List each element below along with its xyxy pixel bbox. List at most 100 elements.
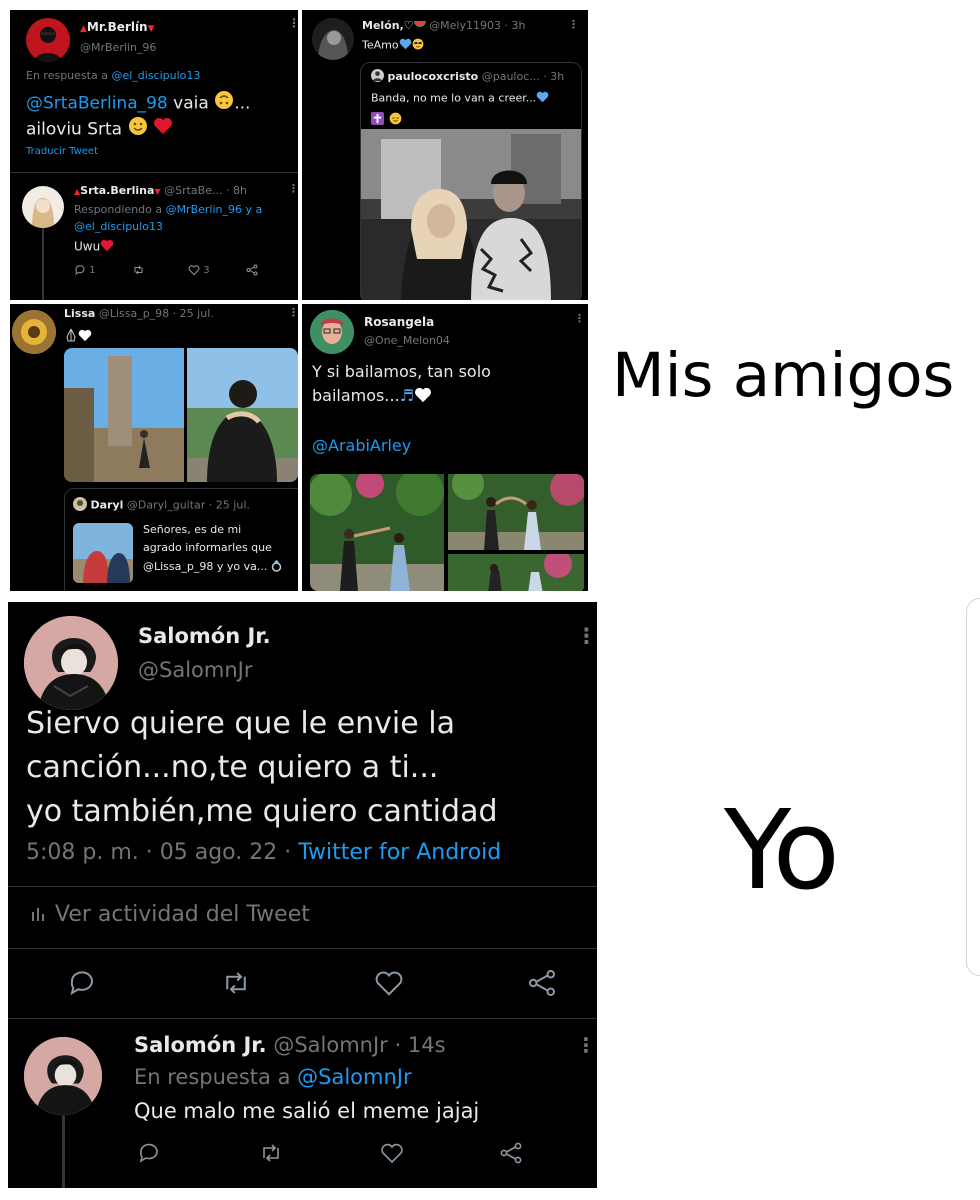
reply-to-link[interactable]: @el_discipulo13 [111, 69, 200, 82]
tweet-text: canción...no,te quiero a ti... [26, 750, 439, 785]
avatar[interactable] [24, 616, 118, 710]
quoted-tweet-card[interactable]: Daryl @Daryl_guitar · 25 jul. Señores, e… [64, 488, 298, 591]
thread-line [42, 228, 44, 300]
share-icon [529, 970, 555, 996]
author-handle[interactable]: @Lissa_p_98 [99, 307, 169, 320]
avatar[interactable] [12, 310, 56, 354]
tweet-panel-main: Salomón Jr. @SalomnJr ⋮ Siervo quiere qu… [8, 602, 597, 1018]
more-options-icon[interactable]: ⋮ [568, 18, 579, 31]
author-name[interactable]: Mr.Berlín [87, 20, 148, 34]
share-button[interactable] [526, 968, 558, 1002]
source-link[interactable]: Twitter for Android [298, 840, 501, 865]
more-options-icon[interactable]: ⋮ [288, 182, 298, 195]
folded-hands-emoji [64, 327, 78, 346]
divider [10, 172, 298, 173]
author-handle[interactable]: @SrtaBe... [164, 184, 222, 197]
white-heart-icon [414, 387, 432, 407]
hug-photo[interactable] [187, 348, 298, 482]
more-options-icon[interactable]: ⋮ [576, 1033, 596, 1057]
label-my-friends: Mis amigos [612, 340, 955, 411]
heart-outline-icon [381, 1143, 403, 1164]
red-heart-icon [100, 239, 114, 255]
white-heart-icon: ♡ [403, 19, 414, 32]
quote-photo[interactable] [73, 523, 133, 583]
timestamp: · 25 jul. [172, 307, 214, 320]
avatar[interactable] [73, 497, 87, 514]
blue-heart-icon [536, 91, 549, 106]
share-icon [246, 264, 258, 276]
reply-button[interactable]: 1 [74, 264, 132, 276]
reply-icon [70, 971, 93, 996]
mention-link[interactable]: @SrtaBerlina_98 [26, 94, 168, 114]
garden-photo-2[interactable] [448, 474, 584, 550]
reply-icon [139, 1143, 158, 1163]
more-options-icon[interactable]: ⋮ [576, 624, 597, 648]
tweet-text: ailoviu Srta [26, 119, 123, 140]
tweet-text: Y si bailamos, tan solo [312, 362, 491, 381]
timestamp: · 3h [504, 19, 526, 32]
triangle-down-icon: ▼ [154, 187, 161, 196]
author-name[interactable]: Rosangela [364, 315, 434, 329]
avatar[interactable] [24, 1037, 102, 1115]
author-name[interactable]: Daryl [91, 499, 124, 512]
avatar[interactable] [312, 18, 354, 60]
like-button[interactable] [378, 1141, 406, 1169]
author-name[interactable]: Salomón Jr. [138, 624, 271, 648]
more-options-icon[interactable]: ⋮ [574, 312, 585, 325]
share-button[interactable] [498, 1141, 524, 1169]
replying-to-link-2[interactable]: @el_discipulo13 [74, 220, 163, 233]
garden-photo-1[interactable] [310, 474, 444, 591]
reply-prefix: En respuesta a [134, 1065, 291, 1089]
like-button[interactable] [372, 968, 406, 1002]
author-handle[interactable]: @Mely11903 [429, 19, 501, 32]
reply-text: Uwu [74, 239, 101, 254]
tower-photo[interactable] [64, 348, 184, 482]
tweet-text: Siervo quiere que le envie la [26, 706, 455, 741]
reply-button[interactable] [136, 1141, 162, 1169]
author-handle[interactable]: @SalomnJr [138, 658, 252, 682]
reply-to-link[interactable]: @SalomnJr [297, 1065, 411, 1089]
author-handle[interactable]: @pauloc... [482, 70, 540, 83]
retweet-button[interactable] [256, 1141, 286, 1169]
tweet-text: TeAmo [362, 38, 399, 52]
translate-tweet-link[interactable]: Traducir Tweet [26, 146, 98, 157]
more-options-icon[interactable]: ⋮ [288, 306, 298, 319]
timestamp: · 8h [225, 184, 247, 197]
quote-text: Banda, no me lo van a creer... [371, 91, 537, 105]
reply-button[interactable] [66, 968, 98, 1002]
more-options-icon[interactable]: ⋮ [288, 16, 298, 30]
reply-icon [75, 265, 85, 276]
couple-photo[interactable] [361, 129, 581, 300]
reply-prefix: En respuesta a [26, 69, 108, 82]
avatar[interactable] [310, 310, 354, 354]
author-handle[interactable]: @SalomnJr [273, 1033, 387, 1057]
like-button[interactable]: 3 [188, 264, 246, 276]
garden-photo-3[interactable] [448, 554, 584, 591]
smiling-face-emoji [128, 116, 148, 143]
mention-link[interactable]: @ArabiArley [312, 436, 411, 455]
share-button[interactable] [246, 264, 258, 276]
author-name[interactable]: Srta.Berlina [80, 184, 154, 197]
quote-text: agrado informarles que [143, 541, 272, 554]
author-handle[interactable]: @One_Melon04 [364, 334, 450, 347]
author-name[interactable]: Melón, [362, 19, 404, 32]
view-activity-button[interactable]: Ver actividad del Tweet [30, 902, 310, 928]
author-handle[interactable]: @MrBerlin_96 [80, 41, 156, 54]
retweet-button[interactable] [132, 264, 188, 276]
tweet-panel-reply: Salomón Jr. @SalomnJr · 14s ⋮ En respues… [8, 1019, 597, 1188]
white-heart-icon [78, 327, 92, 346]
ring-emoji [271, 559, 282, 575]
replying-to-link[interactable]: @MrBerlin_96 y a [166, 203, 263, 216]
quoted-tweet-card[interactable]: paulocoxcristo @pauloc... · 3h Banda, no… [360, 62, 582, 300]
share-icon [500, 1142, 522, 1164]
author-name[interactable]: paulocoxcristo [388, 70, 479, 83]
tweet-panel-lissa: Lissa @Lissa_p_98 · 25 jul. ⋮ Daryl @Dar… [10, 304, 298, 591]
avatar[interactable] [26, 18, 70, 62]
author-name[interactable]: Salomón Jr. [134, 1033, 267, 1057]
author-name[interactable]: Lissa [64, 307, 95, 320]
author-handle[interactable]: @Daryl_guitar [127, 499, 205, 512]
tweet-panel-rosangela: Rosangela @One_Melon04 ⋮ Y si bailamos, … [302, 304, 588, 591]
avatar[interactable] [22, 186, 64, 228]
retweet-button[interactable] [218, 968, 254, 1002]
avatar[interactable] [371, 69, 384, 85]
